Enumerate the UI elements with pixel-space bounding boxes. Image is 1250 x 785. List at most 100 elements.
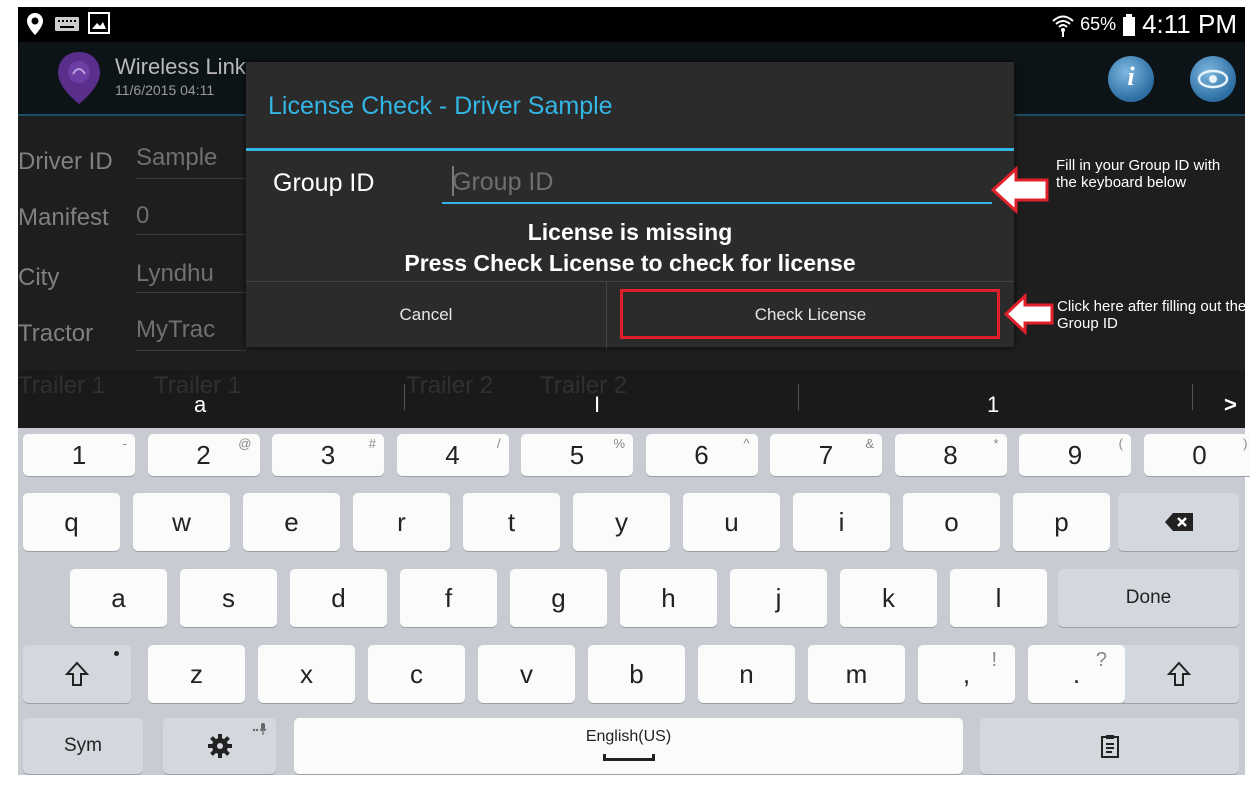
done-label: Done [1125,587,1172,608]
key-k[interactable]: k [840,569,937,627]
divider [404,384,405,410]
key-i[interactable]: i [793,493,890,551]
key-alt-label: ^ [743,436,750,451]
settings-key[interactable] [163,718,276,774]
key-label: x [300,658,313,689]
key-label: r [397,506,406,537]
suggestion-2[interactable]: I [594,392,600,418]
dialog-divider [246,148,1014,151]
key-z[interactable]: z [148,645,245,703]
dialog-title: License Check - Driver Sample [268,92,613,120]
clock: 4:11 PM [1142,9,1237,39]
key-j[interactable]: j [730,569,827,627]
key-t[interactable]: t [463,493,560,551]
key-alt-label: & [865,436,874,451]
key-alt-label: ? [1095,649,1107,671]
backspace-key[interactable] [1118,493,1239,551]
key-label: 3 [320,439,336,470]
cancel-button[interactable]: Cancel [246,282,607,348]
divider [136,292,246,293]
key-m[interactable]: m [808,645,905,703]
key-g[interactable]: g [510,569,607,627]
screenshot-icon [88,12,110,34]
voice-input-icon [252,723,267,735]
arrow-left-icon [990,166,1049,214]
key-7[interactable]: 7 & [770,434,882,476]
key-s[interactable]: s [180,569,277,627]
key-label: j [775,582,782,613]
key-8[interactable]: 8 * [894,434,1007,476]
app-title: Wireless Link [115,54,246,79]
key-l[interactable]: l [950,569,1047,627]
key-alt-label: @ [238,436,252,451]
key-c[interactable]: c [368,645,465,703]
key-a[interactable]: a [70,569,167,627]
sym-label: Sym [64,735,102,756]
key-6[interactable]: 6 ^ [645,434,758,476]
key-b[interactable]: b [588,645,685,703]
key-label: w [172,506,191,537]
key-0[interactable]: 0) [1143,434,1250,476]
key-h[interactable]: h [620,569,717,627]
key-label: o [944,506,959,537]
key-w[interactable]: w [133,493,230,551]
key-n[interactable]: n [698,645,795,703]
key-d[interactable]: d [290,569,387,627]
shift-key-right[interactable] [1118,645,1239,703]
city-label: City [18,264,60,291]
key-4[interactable]: 4/ [396,434,509,476]
key-5[interactable]: 5% [521,434,633,476]
key-label: b [629,658,644,689]
key-u[interactable]: u [683,493,780,551]
city-value: Lyndhu [136,260,214,287]
key-1[interactable]: 1- [23,434,135,476]
key-9[interactable]: 9( [1019,434,1131,476]
divider [798,384,799,410]
key-f[interactable]: f [400,569,497,627]
license-status-message: License is missing [527,219,733,245]
expand-suggestions-button[interactable]: > [1224,392,1237,418]
group-id-label: Group ID [273,169,375,197]
key-x[interactable]: x [258,645,355,703]
key-label: . [1072,658,1081,689]
divider [136,234,246,235]
info-button[interactable]: i [1108,56,1154,102]
key-label: k [882,582,895,613]
divider [1192,384,1193,410]
key-label: , [962,658,971,689]
suggestion-3[interactable]: 1 [987,392,999,418]
key-v[interactable]: v [478,645,575,703]
done-key[interactable]: Done [1058,569,1239,627]
suggestion-1[interactable]: a [194,392,206,418]
app-date: 11/6/2015 04:11 [115,82,215,98]
key-label: 9 [1067,439,1083,470]
key-r[interactable]: r [353,493,450,551]
key-2[interactable]: 2 @ [147,434,260,476]
clipboard-key[interactable] [980,718,1239,774]
key-period[interactable]: .? [1028,645,1125,703]
trailer-2-value: Trailer 2 [540,372,628,399]
key-o[interactable]: o [903,493,1000,551]
key-3[interactable]: 3 # [272,434,384,476]
trailer-2-label: Trailer 2 [406,372,494,399]
key-label: h [661,582,676,613]
key-q[interactable]: q [23,493,120,551]
shift-icon [1166,661,1191,686]
group-id-input[interactable] [442,162,992,204]
divider [136,178,246,179]
status-right: 65% 4:11 PM [1052,9,1237,40]
key-label: a [111,582,126,613]
location-icon [27,13,43,35]
key-e[interactable]: e [243,493,340,551]
key-y[interactable]: y [573,493,670,551]
key-p[interactable]: p [1013,493,1110,551]
space-bar[interactable]: English(US) [294,718,963,774]
sym-key[interactable]: Sym [23,718,143,774]
key-comma[interactable]: ,! [918,645,1015,703]
key-label: 8 [943,439,958,470]
manifest-value: 0 [136,202,150,229]
trailer-1-label: Trailer 1 [18,372,106,399]
key-label: 2 [196,439,211,470]
shift-key-left[interactable] [23,645,131,703]
view-button[interactable] [1190,56,1236,102]
